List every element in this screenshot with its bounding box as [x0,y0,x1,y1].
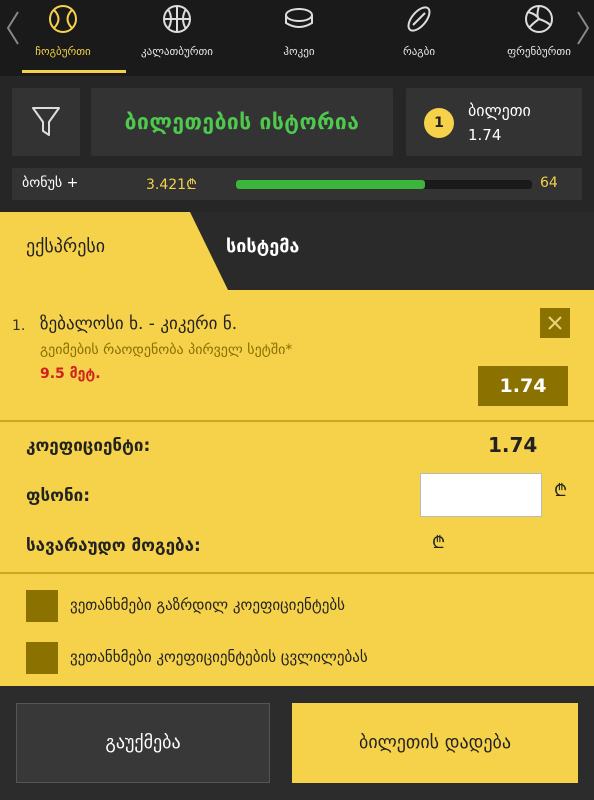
sport-label: რაგბი [402,45,436,58]
ticket-counter[interactable]: 1 ბილეთი 1.74 [406,88,582,156]
bonus-progress-track [236,180,532,189]
divider [0,420,594,422]
bonus-bar: ბონუს + 3.421₾ 64 [12,168,582,200]
close-icon [548,316,562,330]
bonus-label: ბონუს + [22,175,79,191]
sport-label: კალათბურთი [141,45,213,58]
betslip-panel: 1. ზებალოსი ხ. - კიკერი ნ. გეიმების რაოდ… [0,290,594,686]
coef-value: 1.74 [488,433,538,457]
ticket-count-badge: 1 [424,108,454,138]
basketball-icon [163,5,191,33]
option-label: ვეთანხმები კოეფიციენტების ცვლილებას [70,648,368,666]
filter-button[interactable] [12,88,80,156]
potential-win-label: სავარაუდო მოგება: [26,536,201,556]
bet-type-tabs: ექსპრესი სისტემა [0,212,594,290]
remove-bet-button[interactable] [540,308,570,338]
ticket-history-label: ბილეთების ისტორია [124,110,360,134]
place-bet-button[interactable]: ბილეთის დადება [292,703,578,783]
stake-label: ფსონი: [26,486,91,506]
currency-symbol: ₾ [432,533,446,553]
bet-odd: 1.74 [478,366,568,406]
sport-label: ჰოკეი [283,45,315,58]
sport-tab-rugby[interactable]: რაგბი [364,0,474,76]
rugby-ball-icon [407,6,431,32]
stake-input[interactable] [420,473,542,517]
checkbox-odds-change[interactable] [26,642,58,674]
sports-nav: ჩოგბურთი კალათბურთი ჰოკეი რაგბი ფრენბურთ… [0,0,594,76]
active-tab-indicator [22,70,126,73]
tab-express[interactable]: ექსპრესი [0,212,228,290]
sport-label: ფრენბურთი [507,45,571,58]
bet-market: გეიმების რაოდენობა პირველ სეტში* [40,342,293,358]
checkbox-increased-odds[interactable] [26,590,58,622]
betslip-footer: გაუქმება ბილეთის დადება [0,686,594,800]
funnel-icon [32,107,60,136]
bet-number: 1. [12,318,26,334]
sport-label: ჩოგბურთი [35,45,91,58]
bet-selection: 9.5 მეტ. [40,366,101,382]
option-label: ვეთანხმები გაზრდილ კოეფიციენტებს [70,596,345,614]
sport-tab-hockey[interactable]: ჰოკეი [244,0,354,76]
ticket-label: ბილეთი [468,101,531,120]
bonus-count: 64 [540,175,558,191]
ticket-odd: 1.74 [468,126,502,144]
tab-system[interactable]: სისტემა [226,236,299,257]
tennis-ball-icon [49,5,77,33]
currency-symbol: ₾ [554,481,568,501]
bonus-progress-fill [236,180,426,189]
sport-tab-tennis[interactable]: ჩოგბურთი [8,0,126,76]
cancel-button[interactable]: გაუქმება [16,703,270,783]
bet-match: ზებალოსი ხ. - კიკერი ნ. [40,314,238,334]
sport-tab-basketball[interactable]: კალათბურთი [122,0,232,76]
bonus-amount: 3.421₾ [146,177,197,193]
volleyball-icon [525,5,553,33]
divider [0,572,594,574]
tab-express-label: ექსპრესი [26,236,106,257]
hockey-puck-icon [285,8,313,28]
ticket-history-button[interactable]: ბილეთების ისტორია [91,88,393,156]
sport-tab-volleyball[interactable]: ფრენბურთი [484,0,594,76]
coef-label: კოეფიციენტი: [26,436,151,456]
betslip-header: ბილეთების ისტორია 1 ბილეთი 1.74 ბონუს + … [0,76,594,212]
